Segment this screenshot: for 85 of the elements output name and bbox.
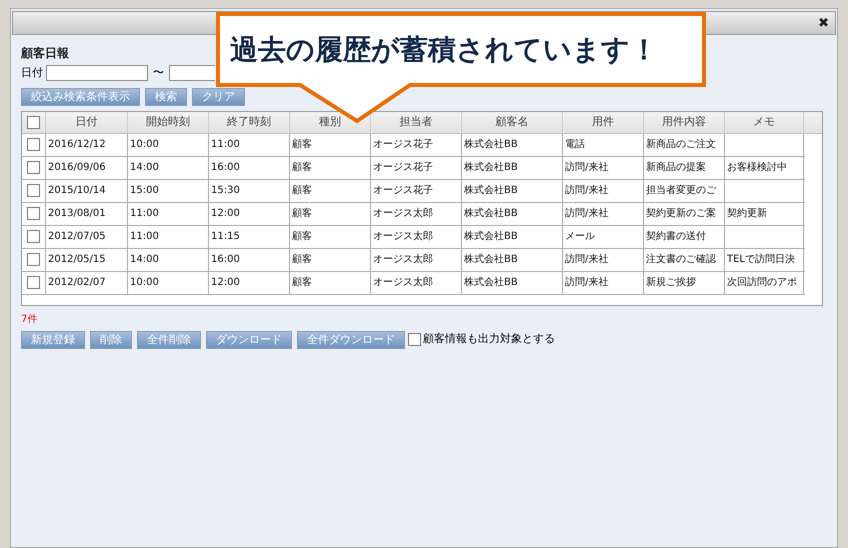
table-cell-text: 担当者変更のご xyxy=(646,184,716,198)
table-cell-text: オージス太郎 xyxy=(373,230,433,244)
table-cell-text: オージス花子 xyxy=(373,184,433,198)
table-cell-text: 新商品のご注文 xyxy=(646,138,716,152)
column-header[interactable]: 用件内容 xyxy=(644,112,725,132)
table-cell-text: 11:00 xyxy=(211,138,240,152)
page-title: 顧客日報 xyxy=(21,45,69,62)
checkbox-label: 顧客情報も出力対象とする xyxy=(423,331,555,348)
table-cell-text: 顧客 xyxy=(292,184,312,198)
date-label: 日付 xyxy=(21,65,43,81)
column-header[interactable]: 用件 xyxy=(563,112,644,132)
table-cell-text: 15:30 xyxy=(211,184,240,198)
table-cell-text: 株式会社BB xyxy=(464,252,518,267)
table-cell-text: 契約書の送付 xyxy=(646,230,706,244)
table-cell-text: 顧客 xyxy=(292,276,312,290)
table-cell-text: 14:00 xyxy=(130,253,159,267)
checkbox[interactable] xyxy=(27,253,40,266)
table-cell-text: 新規ご挨拶 xyxy=(646,276,696,290)
table-cell-text: 11:15 xyxy=(211,230,240,244)
column-header[interactable]: 終了時刻 xyxy=(209,112,290,132)
table-cell-text: 2012/07/05 xyxy=(48,230,106,244)
column-header[interactable]: 顧客名 xyxy=(462,112,563,132)
table-cell-text: 2016/12/12 xyxy=(48,138,106,152)
checkbox[interactable] xyxy=(27,276,40,289)
checkbox[interactable] xyxy=(27,161,40,174)
table-cell-text: 15:00 xyxy=(130,184,159,198)
table-cell-text: 2016/09/06 xyxy=(48,161,106,175)
table-cell-text: 株式会社BB xyxy=(464,276,518,290)
table-cell-text: オージス花子 xyxy=(373,160,433,175)
table-cell-text: 2013/08/01 xyxy=(48,207,106,221)
table-cell-text: オージス太郎 xyxy=(373,206,433,221)
record-count: 7件 xyxy=(21,312,38,326)
range-separator: 〜 xyxy=(152,65,165,81)
table-cell-text: 顧客 xyxy=(292,160,312,175)
table-cell-text: 14:00 xyxy=(130,161,159,175)
checkbox[interactable] xyxy=(27,207,40,220)
date-from-field[interactable] xyxy=(46,65,148,82)
table-cell-text: 16:00 xyxy=(211,161,240,175)
table-cell-text: 顧客 xyxy=(292,138,312,152)
date-to-field[interactable] xyxy=(169,65,215,82)
table-cell-text: 10:00 xyxy=(130,138,159,152)
table-cell-text: 訪問/来社 xyxy=(565,252,608,267)
table-cell-text: 12:00 xyxy=(211,276,240,290)
table-cell-text: 訪問/来社 xyxy=(565,184,608,198)
table-cell-text: 顧客 xyxy=(292,252,312,267)
table-cell-text: 訪問/来社 xyxy=(565,206,608,221)
table-cell-text: 2012/02/07 xyxy=(48,276,106,290)
table-cell-text: 電話 xyxy=(565,138,585,152)
table-cell-text: TELで訪問日決 xyxy=(727,252,795,267)
checkbox[interactable] xyxy=(27,230,40,243)
checkbox[interactable] xyxy=(27,138,40,151)
table-cell-text: 16:00 xyxy=(211,253,240,267)
table-cell-text: 契約更新のご案 xyxy=(646,206,716,221)
table-cell-text: 株式会社BB xyxy=(464,160,518,175)
table-cell-text: 株式会社BB xyxy=(464,206,518,221)
table-cell-text: 次回訪問のアポ xyxy=(727,276,797,290)
table-cell-text: 顧客 xyxy=(292,206,312,221)
table-cell-text: 訪問/来社 xyxy=(565,276,608,290)
table-cell-text: オージス太郎 xyxy=(373,252,433,267)
table-cell-text: 12:00 xyxy=(211,207,240,221)
column-header[interactable]: 開始時刻 xyxy=(128,112,209,132)
table-cell-text: 10:00 xyxy=(130,276,159,290)
column-header[interactable]: メモ xyxy=(725,112,804,132)
table-cell-text: お客様検討中 xyxy=(727,160,787,175)
table-cell-text: 株式会社BB xyxy=(464,138,518,152)
table-cell-text: 2012/05/15 xyxy=(48,253,106,267)
table-cell-text: メール xyxy=(565,230,595,244)
table-cell-text: 訪問/来社 xyxy=(565,160,608,175)
callout-text: 過去の履歴が蓄積されています！ xyxy=(230,32,658,68)
table-cell-text: 注文書のご確認 xyxy=(646,252,716,267)
table-cell-text: オージス花子 xyxy=(373,138,433,152)
table-cell-text: 11:00 xyxy=(130,207,159,221)
table-cell-text: 11:00 xyxy=(130,230,159,244)
column-header[interactable]: 日付 xyxy=(46,112,128,132)
table-cell-text: 株式会社BB xyxy=(464,184,518,198)
table-cell-text: 新商品の提案 xyxy=(646,160,706,175)
table-cell-text: 株式会社BB xyxy=(464,230,518,244)
checkbox[interactable] xyxy=(408,333,421,346)
table-cell-text: 2015/10/14 xyxy=(48,184,106,198)
table-cell-text: 顧客 xyxy=(292,230,312,244)
checkbox[interactable] xyxy=(27,184,40,197)
table-cell-text: 契約更新 xyxy=(727,206,767,221)
table-cell-text: オージス太郎 xyxy=(373,276,433,290)
checkbox[interactable] xyxy=(27,116,40,128)
close-button[interactable]: ✖ xyxy=(818,16,829,30)
